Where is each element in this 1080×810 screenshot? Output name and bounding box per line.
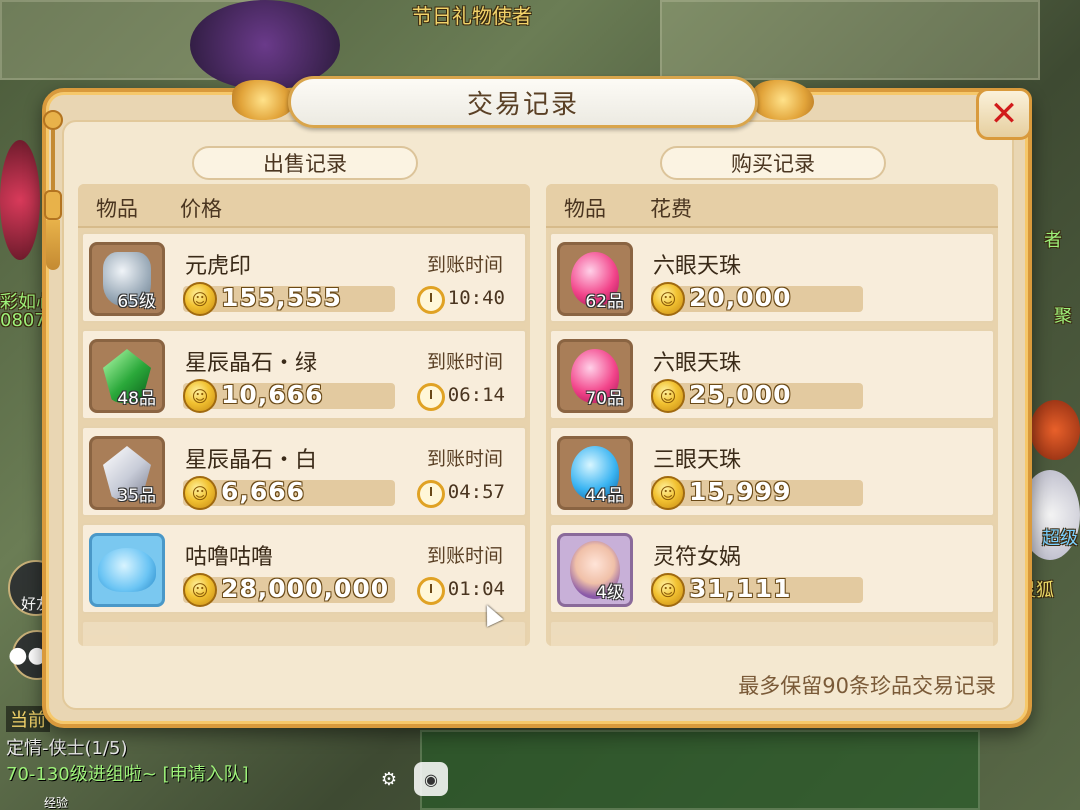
item-name: 元虎印 xyxy=(185,254,252,279)
pink-bead-icon: 62品 xyxy=(557,242,633,316)
clock-icon xyxy=(417,577,445,605)
sell-row[interactable]: 咕噜咕噜 ☺ 28,000,000 到账时间 01:04 xyxy=(81,523,527,614)
sell-table-header: 物品 价格 xyxy=(78,184,530,228)
buy-table-header: 物品 花费 xyxy=(546,184,998,228)
arrival-time-label: 到账时间 xyxy=(426,254,503,276)
buy-row-partial[interactable] xyxy=(549,620,995,646)
item-level: 65级 xyxy=(117,292,156,312)
buy-row[interactable]: 62品 六眼天珠 ☺ 20,000 xyxy=(549,232,995,323)
blue-bead-icon: 44品 xyxy=(557,436,633,510)
npc-name: 者 xyxy=(1044,230,1062,251)
tassel-bead xyxy=(44,190,62,220)
gold-coin-icon: ☺ xyxy=(183,282,217,316)
item-level: 44品 xyxy=(585,486,624,506)
arrival-time-label: 到账时间 xyxy=(426,545,503,567)
gold-coin-icon: ☺ xyxy=(651,573,685,607)
blue-pet-icon xyxy=(89,533,165,607)
item-name: 六眼天珠 xyxy=(653,351,742,376)
column-cost: 花费 xyxy=(650,197,692,221)
tassel-knot xyxy=(43,110,63,130)
buy-row[interactable]: 44品 三眼天珠 ☺ 15,999 xyxy=(549,426,995,517)
sell-record-title: 出售记录 xyxy=(192,146,418,180)
item-level: 70品 xyxy=(585,389,624,409)
gold-coin-icon: ☺ xyxy=(183,379,217,413)
sell-row-partial[interactable] xyxy=(81,620,527,646)
exp-label: 经验 xyxy=(44,796,69,810)
camera-icon[interactable]: ◉ xyxy=(414,762,448,796)
item-level: 4级 xyxy=(596,583,624,603)
arrival-time: 01:04 xyxy=(447,578,505,600)
close-button[interactable]: ✕ xyxy=(976,88,1032,140)
item-name: 三眼天珠 xyxy=(653,448,742,473)
buy-record-panel[interactable]: 物品 花费 62品 六眼天珠 ☺ 20,000 70品 六眼天珠 ☺ 25,00… xyxy=(546,184,998,646)
item-name: 星辰晶石・白 xyxy=(185,448,318,473)
sell-row[interactable]: 35品 星辰晶石・白 ☺ 6,666 到账时间 04:57 xyxy=(81,426,527,517)
clock-icon xyxy=(417,383,445,411)
tassel-fringe xyxy=(46,220,60,270)
item-price: 28,000,000 xyxy=(221,574,390,603)
item-name: 灵符女娲 xyxy=(653,545,742,570)
item-price: 155,555 xyxy=(221,283,342,312)
sell-row[interactable]: 48品 星辰晶石・绿 ☺ 10,666 到账时间 06:14 xyxy=(81,329,527,420)
dialog-title: 交易记录 xyxy=(288,76,758,128)
item-cost: 20,000 xyxy=(689,283,792,312)
item-name: 六眼天珠 xyxy=(653,254,742,279)
clock-icon xyxy=(417,480,445,508)
gold-coin-icon: ☺ xyxy=(183,476,217,510)
cloud-ornament-icon xyxy=(232,80,294,120)
npc-name: 聚 xyxy=(1054,306,1072,327)
buy-row[interactable]: 4级 灵符女娲 ☺ 31,111 xyxy=(549,523,995,614)
gold-coin-icon: ☺ xyxy=(183,573,217,607)
item-name: 星辰晶石・绿 xyxy=(185,351,318,376)
settings-gear-icon[interactable]: ⚙ xyxy=(372,762,406,796)
chat-line[interactable]: 定情-侠士(1/5) xyxy=(6,734,128,760)
tassel-rope xyxy=(51,130,55,190)
gold-coin-icon: ☺ xyxy=(651,476,685,510)
item-name: 咕噜咕噜 xyxy=(185,545,274,570)
chat-line[interactable]: 70-130级进组啦~ [申请入队] xyxy=(6,760,249,786)
column-price: 价格 xyxy=(180,197,222,221)
item-cost: 15,999 xyxy=(689,477,792,506)
gold-coin-icon: ☺ xyxy=(651,282,685,316)
item-price: 6,666 xyxy=(221,477,306,506)
sell-record-panel[interactable]: 物品 价格 65级 元虎印 ☺ 155,555 到账时间 10:40 48品 星… xyxy=(78,184,530,646)
column-item: 物品 xyxy=(564,197,606,221)
close-icon: ✕ xyxy=(989,94,1019,134)
arrival-time-label: 到账时间 xyxy=(426,448,503,470)
item-cost: 25,000 xyxy=(689,380,792,409)
arrival-time: 06:14 xyxy=(447,384,505,406)
arrival-time-label: 到账时间 xyxy=(426,351,503,373)
player-id: 0807 xyxy=(0,310,46,331)
white-crystal-icon: 35品 xyxy=(89,436,165,510)
pink-bead-icon: 70品 xyxy=(557,339,633,413)
npc-title[interactable]: 节日礼物使者 xyxy=(412,0,532,29)
tassel-ornament xyxy=(40,110,66,270)
clock-icon xyxy=(417,286,445,314)
flame-creature xyxy=(1030,400,1080,460)
gold-coin-icon: ☺ xyxy=(651,379,685,413)
ground-tile xyxy=(660,0,1040,80)
buy-row[interactable]: 70品 六眼天珠 ☺ 25,000 xyxy=(549,329,995,420)
column-item: 物品 xyxy=(96,197,138,221)
record-limit-note: 最多保留90条珍品交易记录 xyxy=(738,674,996,698)
cloud-ornament-icon xyxy=(752,80,814,120)
nuwa-icon: 4级 xyxy=(557,533,633,607)
item-cost: 31,111 xyxy=(689,574,792,603)
item-level: 48品 xyxy=(117,389,156,409)
item-level: 62品 xyxy=(585,292,624,312)
npc-name: 超级 xyxy=(1042,528,1078,549)
item-image xyxy=(98,548,156,592)
tree-foliage xyxy=(420,730,980,810)
item-price: 10,666 xyxy=(221,380,324,409)
buy-record-title: 购买记录 xyxy=(660,146,886,180)
tiger-seal-icon: 65级 xyxy=(89,242,165,316)
green-crystal-icon: 48品 xyxy=(89,339,165,413)
item-level: 35品 xyxy=(117,486,156,506)
sell-row[interactable]: 65级 元虎印 ☺ 155,555 到账时间 10:40 xyxy=(81,232,527,323)
npc-character xyxy=(0,140,40,260)
arrival-time: 10:40 xyxy=(447,287,505,309)
arrival-time: 04:57 xyxy=(447,481,505,503)
